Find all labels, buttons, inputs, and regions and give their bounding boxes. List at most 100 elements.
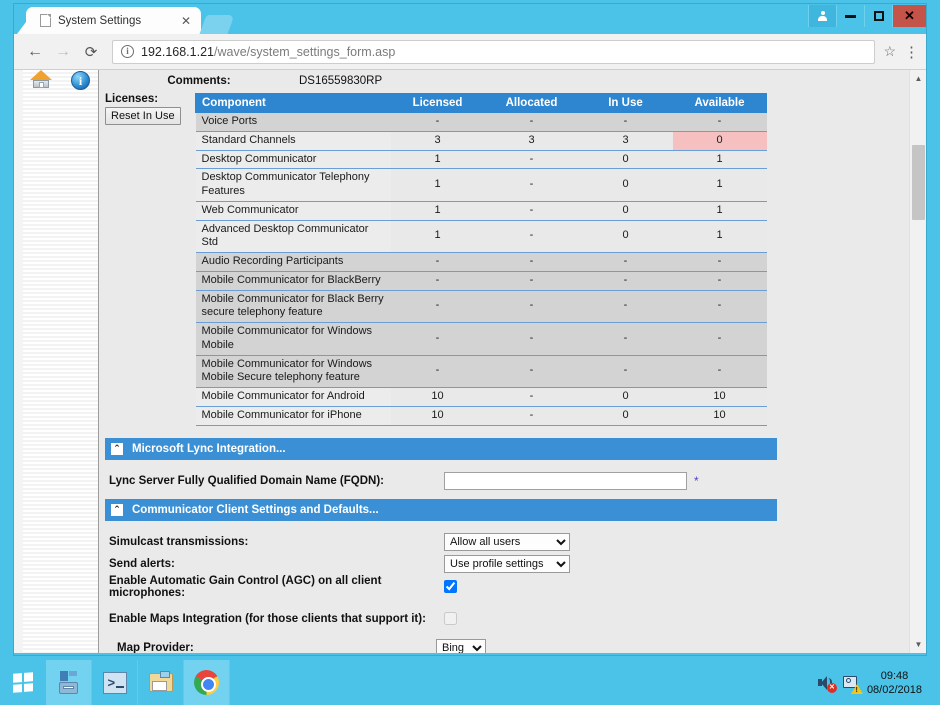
address-bar[interactable]: i 192.168.1.21/wave/system_settings_form… [112, 39, 876, 64]
cell-allocated: - [484, 405, 579, 426]
table-row: Standard Channels 3 3 3 0 [195, 130, 767, 151]
close-tab-icon[interactable]: ✕ [177, 15, 195, 27]
table-row: Mobile Communicator for Windows Mobile S… [195, 354, 767, 388]
cell-licensed: - [390, 252, 485, 272]
volume-muted-icon[interactable]: ✕ [817, 674, 837, 693]
map-provider-row: Map Provider: Bing [99, 637, 909, 653]
cell-licensed: 1 [390, 149, 485, 170]
table-row: Web Communicator 1-0 1 [195, 200, 767, 221]
section-header-lync[interactable]: ⌃ Microsoft Lync Integration... [105, 437, 777, 460]
browser-toolbar: ← → ⟳ i 192.168.1.21/wave/system_setting… [14, 34, 926, 70]
taskbar-item-file-explorer[interactable] [138, 660, 184, 705]
cell-available: 1 [672, 200, 767, 221]
taskbar-item-powershell[interactable] [92, 660, 138, 705]
cell-licensed: - [390, 270, 485, 291]
windows-logo-icon [13, 672, 33, 693]
close-window-button[interactable]: ✕ [892, 5, 926, 27]
comments-value: DS16559830RP [299, 75, 383, 87]
table-row: Voice Ports - - - - [195, 112, 767, 132]
cell-component: Mobile Communicator for iPhone [195, 405, 391, 426]
help-icon[interactable]: i [69, 70, 93, 92]
cell-available: - [672, 112, 767, 132]
cell-in-use: 0 [578, 149, 673, 170]
page-favicon-icon [40, 14, 51, 27]
licenses-table: Component Licensed Allocated In Use Avai… [195, 93, 767, 426]
licenses-left: Licenses: Reset In Use [99, 93, 195, 426]
browser-titlebar: System Settings ✕ ✕ [14, 4, 926, 34]
table-row: Desktop Communicator Telephony Features 1… [195, 168, 767, 202]
cell-licensed: 10 [390, 405, 485, 426]
cell-allocated: - [484, 270, 579, 291]
cell-in-use: - [578, 354, 673, 388]
cell-in-use: - [578, 112, 673, 132]
chevron-up-icon[interactable]: ⌃ [110, 502, 124, 517]
profile-button[interactable] [808, 5, 836, 27]
reload-button[interactable]: ⟳ [78, 39, 104, 65]
taskbar: ✕ 09:48 08/02/2018 [0, 660, 940, 705]
tab-strip: System Settings ✕ [17, 7, 235, 34]
tab-system-settings[interactable]: System Settings ✕ [17, 7, 201, 34]
column-header-allocated: Allocated [484, 93, 579, 113]
simulcast-select[interactable]: Allow all users [444, 532, 570, 551]
start-button[interactable] [0, 660, 46, 705]
window-controls: ✕ [808, 5, 926, 27]
table-row: Mobile Communicator for Black Berry secu… [195, 289, 767, 323]
cell-in-use: 3 [578, 130, 673, 151]
cell-licensed: 10 [390, 387, 485, 407]
table-row: Advanced Desktop Communicator Std 1-0 1 [195, 219, 767, 253]
cell-licensed: - [390, 112, 485, 132]
reset-in-use-button[interactable]: Reset In Use [105, 107, 181, 125]
cell-licensed: - [390, 322, 485, 356]
chrome-icon [194, 670, 219, 695]
back-button[interactable]: ← [22, 39, 48, 65]
bookmark-star-icon[interactable]: ☆ [883, 43, 896, 60]
scroll-down-arrow-icon[interactable]: ▼ [910, 636, 926, 653]
cell-allocated: - [484, 289, 579, 323]
table-row: Mobile Communicator for Windows Mobile - -… [195, 322, 767, 356]
table-header-row: Component Licensed Allocated In Use Avai… [195, 93, 767, 113]
comments-row: Comments: DS16559830RP [99, 70, 909, 93]
section-header-client-settings[interactable]: ⌃ Communicator Client Settings and Defau… [105, 498, 777, 521]
fqdn-input[interactable] [444, 471, 687, 490]
taskbar-item-server-manager[interactable] [46, 660, 92, 705]
network-warning-icon[interactable] [842, 674, 863, 694]
cell-available: - [672, 354, 767, 388]
home-icon[interactable] [29, 70, 53, 92]
scrollbar-thumb[interactable] [912, 145, 925, 220]
powershell-icon [102, 671, 127, 694]
maps-checkbox[interactable] [444, 612, 457, 625]
chevron-up-icon[interactable]: ⌃ [110, 441, 124, 456]
maximize-button[interactable] [864, 5, 892, 27]
site-info-icon[interactable]: i [121, 45, 134, 58]
cell-in-use: 0 [578, 168, 673, 202]
column-header-available: Available [672, 93, 767, 113]
cell-component: Web Communicator [195, 200, 391, 221]
page-viewport: i Comments: DS16559830RP Licenses: Reset… [14, 70, 926, 653]
server-manager-icon [57, 670, 81, 695]
url-path: /wave/system_settings_form.asp [214, 44, 396, 59]
scroll-up-arrow-icon[interactable]: ▲ [910, 70, 926, 87]
cell-available: 1 [672, 149, 767, 170]
send-alerts-select[interactable]: Use profile settings [444, 554, 570, 573]
minimize-button[interactable] [836, 5, 864, 27]
cell-allocated: - [484, 149, 579, 170]
vertical-scrollbar[interactable]: ▲ ▼ [909, 70, 926, 653]
agc-checkbox[interactable] [444, 580, 457, 593]
cell-allocated: 3 [484, 130, 579, 151]
table-row: Mobile Communicator for BlackBerry - - - - [195, 270, 767, 291]
new-tab-button[interactable] [199, 15, 235, 34]
taskbar-item-chrome[interactable] [184, 660, 230, 705]
cell-in-use: 0 [578, 387, 673, 407]
forward-button[interactable]: → [50, 39, 76, 65]
taskbar-clock[interactable]: 09:48 08/02/2018 [867, 669, 930, 697]
cell-allocated: - [484, 168, 579, 202]
cell-licensed: - [390, 354, 485, 388]
send-alerts-row: Send alerts: Use profile settings [99, 553, 909, 575]
cell-in-use: - [578, 289, 673, 323]
clock-time: 09:48 [880, 669, 909, 682]
browser-menu-icon[interactable]: ⋮ [904, 43, 919, 61]
cell-in-use: 0 [578, 405, 673, 426]
simulcast-label: Simulcast transmissions: [109, 535, 249, 548]
map-provider-select[interactable]: Bing [436, 638, 486, 653]
simulcast-row: Simulcast transmissions: Allow all users [99, 531, 909, 553]
